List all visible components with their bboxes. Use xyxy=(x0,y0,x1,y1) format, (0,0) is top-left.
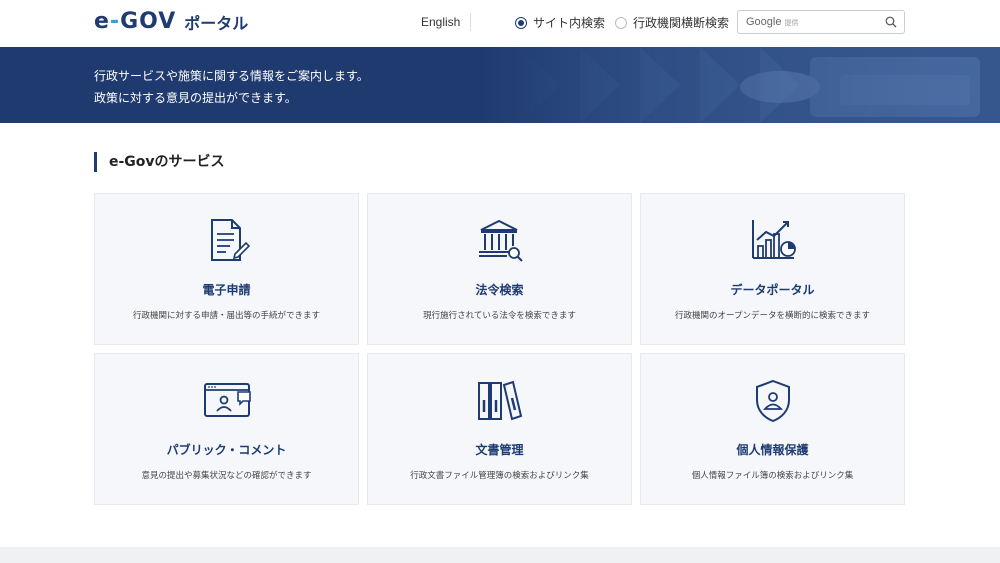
english-link[interactable]: English xyxy=(421,15,460,29)
card-description: 現行施行されている法令を検索できます xyxy=(423,311,576,321)
search-box: Google 提供 xyxy=(737,10,905,35)
card-description: 意見の提出や募集状況などの確認ができます xyxy=(141,471,312,481)
radio-site-search[interactable]: サイト内検索 xyxy=(515,14,605,31)
logo-accent: - xyxy=(109,9,121,34)
card-e-application[interactable]: 電子申請 行政機関に対する申請・届出等の手続ができます xyxy=(94,193,359,345)
site-logo[interactable]: e-GOV ポータル xyxy=(94,9,248,34)
logo-egov: e-GOV xyxy=(94,9,177,34)
card-description: 行政文書ファイル管理簿の検索およびリンク集 xyxy=(410,471,589,481)
card-document-management[interactable]: 文書管理 行政文書ファイル管理簿の検索およびリンク集 xyxy=(367,353,632,505)
search-icon[interactable] xyxy=(885,16,897,28)
radio-unselected-icon xyxy=(615,16,627,29)
building-search-icon xyxy=(478,219,523,262)
section-title: e-Govのサービス xyxy=(94,152,225,172)
browser-comment-icon xyxy=(203,383,251,417)
card-title: 個人情報保護 xyxy=(736,443,809,457)
banner-line-1: 行政サービスや施策に関する情報をご案内します。 xyxy=(94,69,369,83)
banner-line-2: 政策に対する意見の提出ができます。 xyxy=(94,91,297,105)
radio-selected-icon xyxy=(515,16,527,29)
banner-text: 行政サービスや施策に関する情報をご案内します。 政策に対する意見の提出ができます… xyxy=(94,65,369,109)
document-pen-icon xyxy=(210,219,250,261)
shield-person-icon xyxy=(755,379,790,423)
card-title: 文書管理 xyxy=(475,443,524,457)
site-header: e-GOV ポータル English サイト内検索 行政機関横断検索 Googl… xyxy=(0,0,1000,47)
card-title: データポータル xyxy=(730,283,815,297)
binders-icon xyxy=(477,380,522,421)
footer-strip xyxy=(0,547,1000,563)
card-law-search[interactable]: 法令検索 現行施行されている法令を検索できます xyxy=(367,193,632,345)
hero-banner: 行政サービスや施策に関する情報をご案内します。 政策に対する意見の提出ができます… xyxy=(0,47,1000,123)
card-description: 行政機関に対する申請・届出等の手続ができます xyxy=(132,311,320,321)
chart-icon xyxy=(751,220,796,259)
banner-image xyxy=(480,47,1000,123)
radio-cross-agency-search[interactable]: 行政機関横断検索 xyxy=(615,14,729,31)
radio-cross-agency-search-label: 行政機関横断検索 xyxy=(633,16,730,30)
search-input[interactable] xyxy=(738,11,882,35)
card-data-portal[interactable]: データポータル 行政機関のオープンデータを横断的に検索できます xyxy=(640,193,905,345)
card-title: 電子申請 xyxy=(202,283,251,297)
radio-site-search-label: サイト内検索 xyxy=(533,16,606,30)
card-title: 法令検索 xyxy=(475,283,524,297)
card-description: 行政機関のオープンデータを横断的に検索できます xyxy=(675,311,870,321)
card-description: 個人情報ファイル簿の検索およびリンク集 xyxy=(691,471,854,481)
card-title: パブリック・コメント xyxy=(166,443,287,457)
card-public-comment[interactable]: パブリック・コメント 意見の提出や募集状況などの確認ができます xyxy=(94,353,359,505)
logo-portal: ポータル xyxy=(184,13,249,33)
card-privacy-protection[interactable]: 個人情報保護 個人情報ファイル簿の検索およびリンク集 xyxy=(640,353,905,505)
header-divider xyxy=(470,13,471,31)
